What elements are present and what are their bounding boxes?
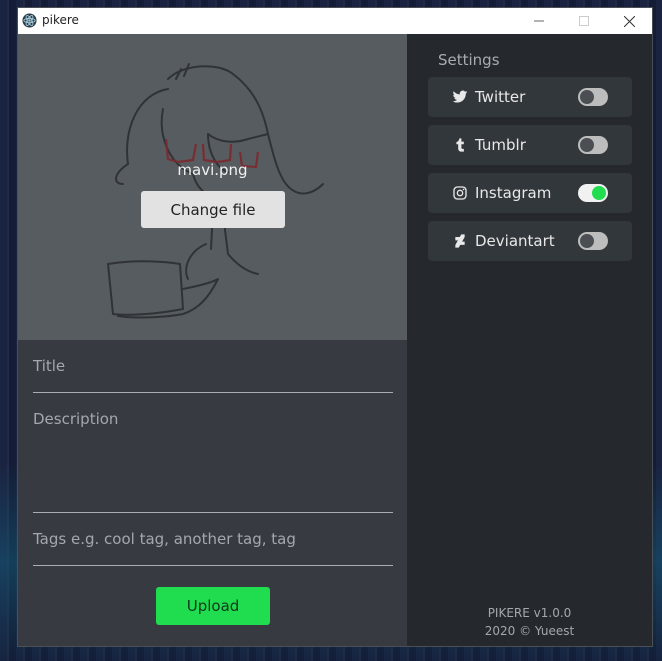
deviantart-label: Deviantart [475,232,555,250]
deviantart-icon [455,234,465,248]
window-title: pikere [42,13,79,27]
maximize-button[interactable] [561,8,607,34]
upload-panel: mavi.png Change file Title Description T… [18,34,407,646]
service-option-twitter[interactable]: Twitter [428,77,632,117]
version-text: PIKERE v1.0.0 [487,606,572,620]
app-footer: PIKERE v1.0.0 2020 © Yueest [407,604,652,640]
twitter-label: Twitter [475,88,526,106]
service-option-deviantart[interactable]: Deviantart [428,221,632,261]
tumblr-toggle[interactable] [578,136,608,154]
image-preview[interactable]: mavi.png Change file [18,34,407,340]
description-placeholder: Description [33,410,119,428]
minimize-icon [534,20,544,22]
twitter-toggle[interactable] [578,88,608,106]
upload-button[interactable]: Upload [156,587,270,625]
app-window: pikere mavi.png Change file Title Descri… [18,8,652,646]
twitter-icon [452,90,468,103]
toggle-knob [580,90,594,104]
maximize-icon [579,16,589,26]
settings-panel: Settings Twitter Tumblr Instagram Devian… [407,34,652,646]
tags-placeholder: Tags e.g. cool tag, another tag, tag [33,530,296,548]
toggle-knob [580,138,594,152]
title-placeholder: Title [33,357,66,375]
instagram-toggle[interactable] [578,184,608,202]
title-input[interactable]: Title [33,340,393,393]
copyright-text: 2020 © Yueest [484,624,575,638]
tumblr-label: Tumblr [475,136,526,154]
instagram-icon [453,186,467,200]
close-icon [623,15,635,27]
toggle-knob [580,234,594,248]
instagram-label: Instagram [475,184,552,202]
service-option-tumblr[interactable]: Tumblr [428,125,632,165]
description-textarea[interactable]: Description [33,394,393,513]
toggle-knob [592,186,606,200]
deviantart-toggle[interactable] [578,232,608,250]
service-option-instagram[interactable]: Instagram [428,173,632,213]
minimize-button[interactable] [516,8,562,34]
app-logo-icon [22,13,37,28]
settings-heading: Settings [438,51,500,69]
close-button[interactable] [606,8,652,34]
title-bar[interactable]: pikere [18,8,652,34]
tumblr-icon [456,138,464,152]
preview-drawing [107,63,324,319]
tags-input[interactable]: Tags e.g. cool tag, another tag, tag [33,514,393,566]
change-file-button[interactable]: Change file [141,191,285,228]
file-name: mavi.png [177,161,248,179]
